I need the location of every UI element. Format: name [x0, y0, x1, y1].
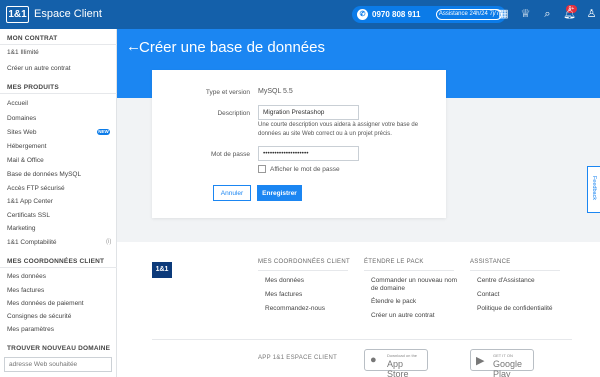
- create-database-form: Type et version MySQL 5.5 Description Un…: [152, 70, 446, 218]
- app-store-small: Download on the: [387, 353, 418, 358]
- phone-number: 0970 808 911: [372, 10, 421, 19]
- assistance-label: Assistance 24h/24 7j/7: [436, 9, 502, 20]
- type-label: Type et version: [205, 89, 250, 96]
- footer-link-new-domain-2[interactable]: de domaine: [371, 285, 405, 292]
- footer-link-invoices[interactable]: Mes factures: [265, 291, 302, 298]
- sidebar-item-security[interactable]: Consignes de sécurité: [7, 313, 112, 320]
- type-value: MySQL 5.5: [258, 88, 293, 95]
- divider: [152, 339, 572, 340]
- sidebar-item-domains[interactable]: Domaines: [7, 115, 112, 122]
- footer-link-new-domain[interactable]: Commander un nouveau nom: [371, 277, 457, 284]
- footer-link-my-data[interactable]: Mes données: [265, 277, 304, 284]
- footer-head-coords: MES COORDONNÉES CLIENT: [258, 259, 350, 265]
- sidebar-item-settings[interactable]: Mes paramètres: [7, 326, 112, 333]
- description-input[interactable]: [258, 105, 359, 120]
- sidebar-item-new-contract[interactable]: Créer un autre contrat: [7, 65, 112, 72]
- divider: [0, 267, 117, 268]
- divider: [0, 93, 117, 94]
- sidebar-item-ftp[interactable]: Accès FTP sécurisé: [7, 185, 112, 192]
- app-store-label: App Store: [387, 359, 409, 377]
- section-head-contract: MON CONTRAT: [7, 35, 58, 42]
- brand-logo[interactable]: 1&1: [6, 6, 29, 23]
- phone-pill[interactable]: ✆ 0970 808 911 Assistance 24h/24 7j/7: [352, 6, 506, 23]
- section-head-coords: MES COORDONNÉES CLIENT: [7, 258, 105, 265]
- password-label: Mot de passe: [210, 151, 250, 158]
- password-input[interactable]: [258, 146, 359, 161]
- search-icon[interactable]: ⌕: [540, 7, 555, 22]
- bell-icon[interactable]: 🔔︎: [562, 7, 577, 22]
- sidebar-item-app-center[interactable]: 1&1 App Center: [7, 198, 112, 205]
- footer-link-contact[interactable]: Contact: [477, 291, 499, 298]
- show-password-checkbox[interactable]: [258, 165, 266, 173]
- sidebar-item-home[interactable]: Accueil: [7, 100, 112, 107]
- save-button[interactable]: Enregistrer: [257, 185, 302, 201]
- footer-link-privacy[interactable]: Politique de confidentialité: [477, 305, 553, 312]
- feedback-label: Feedback: [591, 175, 597, 201]
- app-name: Espace Client: [34, 8, 102, 20]
- google-play-label: Google Play: [493, 359, 523, 377]
- footer-link-extend-pack[interactable]: Étendre le pack: [371, 298, 416, 305]
- google-play-small: GET IT ON: [493, 353, 513, 358]
- footer-logo: 1&1: [152, 262, 172, 278]
- sidebar-item-my-data[interactable]: Mes données: [7, 273, 112, 280]
- apple-icon: ●: [370, 354, 377, 366]
- app-store-badge[interactable]: ● Download on the App Store: [364, 349, 428, 377]
- cancel-button[interactable]: Annuler: [213, 185, 251, 201]
- show-password-label[interactable]: Afficher le mot de passe: [270, 166, 340, 173]
- section-head-products: MES PRODUITS: [7, 84, 59, 91]
- divider: [258, 270, 348, 271]
- divider: [470, 270, 560, 271]
- sidebar-item-mysql[interactable]: Base de données MySQL: [7, 171, 112, 178]
- grid-icon[interactable]: ▦: [496, 7, 511, 22]
- sidebar-item-hosting[interactable]: Hébergement: [7, 143, 112, 150]
- new-badge: NEW: [97, 129, 110, 135]
- phone-icon: ✆: [357, 9, 368, 20]
- domain-search-input[interactable]: [4, 357, 112, 372]
- crown-icon[interactable]: ♕: [518, 7, 533, 22]
- sidebar-item-marketing[interactable]: Marketing: [7, 225, 112, 232]
- top-bar: 1&1 Espace Client ✆ 0970 808 911 Assista…: [0, 0, 600, 29]
- footer: 1&1 MES COORDONNÉES CLIENT Mes données M…: [117, 242, 600, 377]
- footer-head-assistance: ASSISTANCE: [470, 259, 511, 265]
- description-label: Description: [217, 110, 250, 117]
- user-icon[interactable]: ♙: [584, 7, 599, 22]
- description-help: Une courte description vous aidera à ass…: [258, 122, 419, 137]
- footer-link-new-contract[interactable]: Créer un autre contrat: [371, 312, 435, 319]
- app-label: APP 1&1 ESPACE CLIENT: [258, 355, 338, 361]
- page-title: Créer une base de données: [139, 39, 325, 56]
- section-head-domain: TROUVER NOUVEAU DOMAINE: [7, 345, 111, 352]
- divider: [0, 44, 117, 45]
- sidebar-item-accounting[interactable]: 1&1 Comptabilité: [7, 239, 112, 246]
- sidebar-item-invoices[interactable]: Mes factures: [7, 287, 112, 294]
- sidebar-item-mail[interactable]: Mail & Office: [7, 157, 112, 164]
- info-icon[interactable]: (i): [106, 239, 111, 245]
- footer-link-recommend[interactable]: Recommandez-nous: [265, 305, 325, 312]
- divider: [364, 270, 454, 271]
- sidebar: MON CONTRAT 1&1 Illimité Créer un autre …: [0, 29, 117, 377]
- footer-head-extend: ÉTENDRE LE PACK: [364, 259, 424, 265]
- google-play-badge[interactable]: ▶ GET IT ON Google Play: [470, 349, 534, 377]
- sidebar-item-ssl[interactable]: Certificats SSL: [7, 212, 112, 219]
- feedback-tab[interactable]: Feedback: [587, 166, 600, 213]
- sidebar-item-payment[interactable]: Mes données de paiement: [7, 300, 112, 307]
- sidebar-item-contract[interactable]: 1&1 Illimité: [7, 49, 112, 56]
- play-icon: ▶: [476, 355, 485, 367]
- footer-link-help-center[interactable]: Centre d'Assistance: [477, 277, 535, 284]
